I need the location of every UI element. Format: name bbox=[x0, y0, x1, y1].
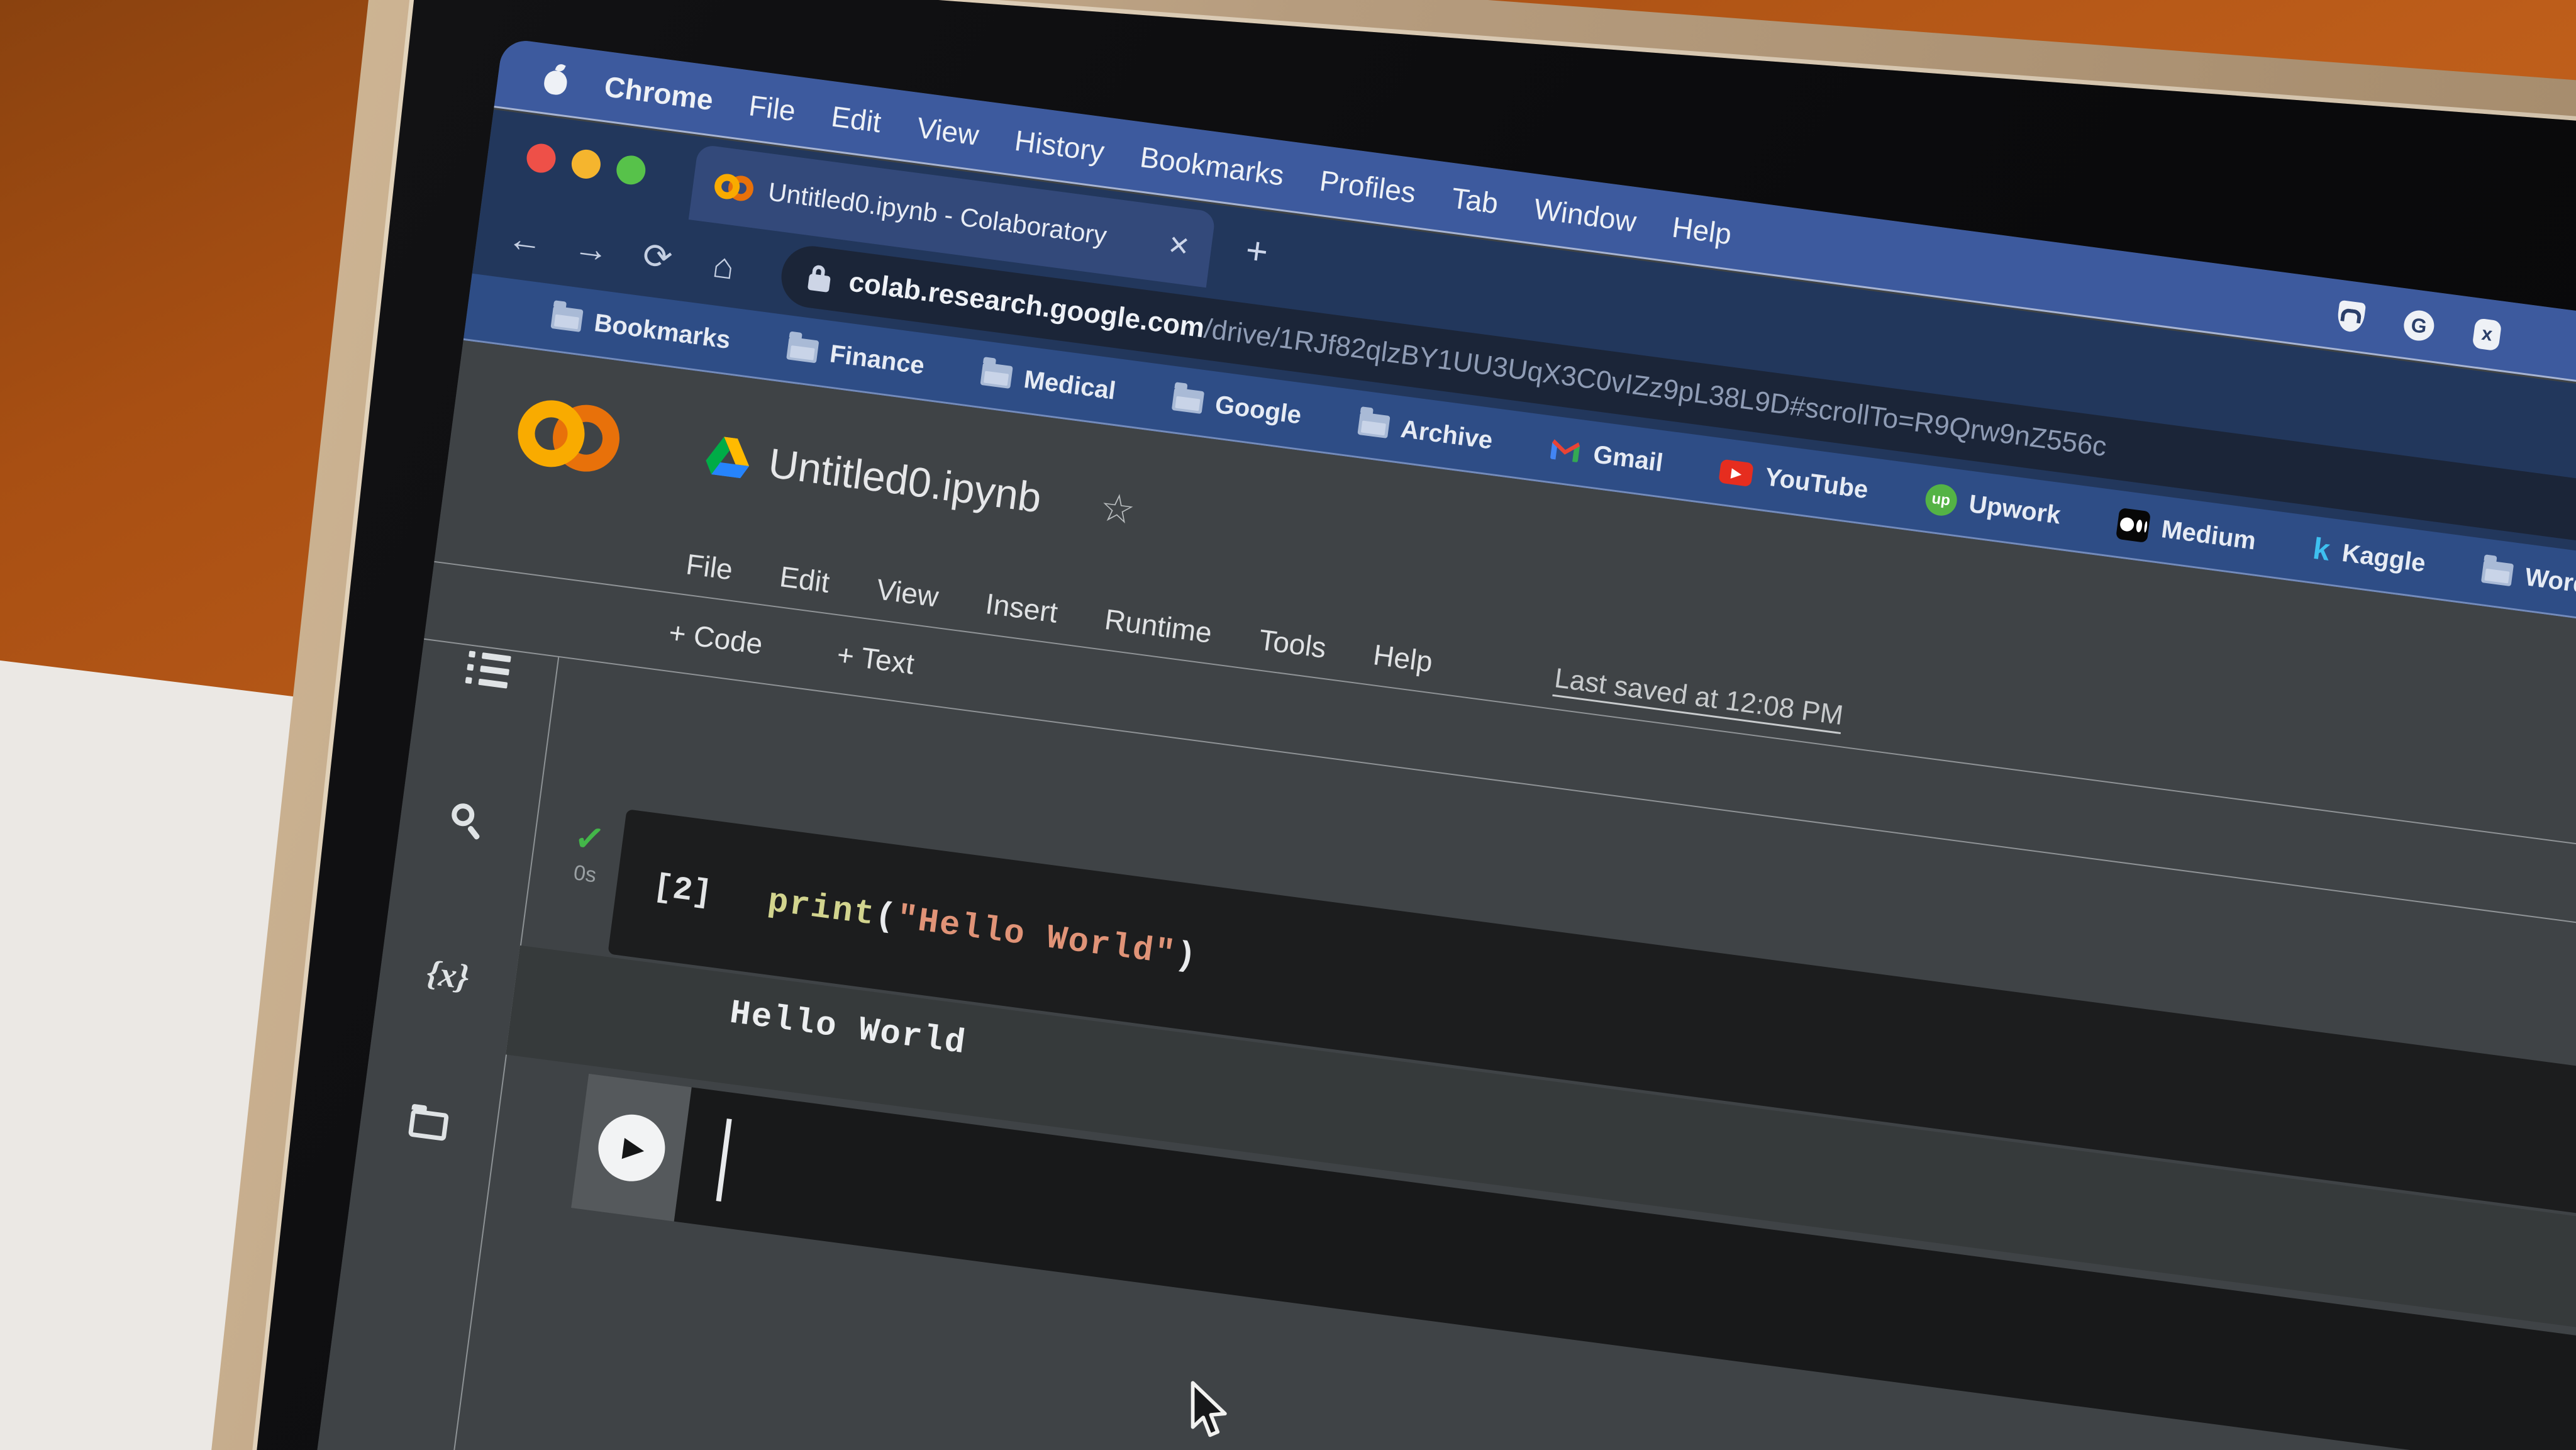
menu-item-view[interactable]: View bbox=[915, 110, 981, 152]
bookmark-folder-bookmarks[interactable]: Bookmarks bbox=[550, 303, 732, 355]
youtube-icon: ▶ bbox=[1718, 459, 1755, 488]
drive-icon bbox=[706, 437, 750, 479]
bookmark-folder-finance[interactable]: Finance bbox=[786, 334, 926, 380]
vpn-shield-icon[interactable] bbox=[2336, 299, 2367, 333]
home-icon[interactable]: ⌂ bbox=[688, 241, 760, 290]
photo-scene: Chrome File Edit View History Bookmarks … bbox=[0, 0, 2576, 1450]
bookmark-label: Bookmarks bbox=[592, 308, 733, 354]
new-tab-button[interactable]: + bbox=[1243, 228, 1271, 274]
bookmark-folder-google[interactable]: Google bbox=[1171, 385, 1303, 430]
colab-menu-file[interactable]: File bbox=[684, 547, 735, 586]
apple-menu-icon[interactable] bbox=[541, 63, 570, 96]
colab-logo bbox=[514, 396, 624, 476]
bookmark-label: Wordpress bbox=[2523, 562, 2576, 608]
bookmark-label: Finance bbox=[828, 339, 926, 380]
bookmark-medium[interactable]: Medium bbox=[2116, 507, 2258, 557]
bookmark-folder-wordpress[interactable]: Wordpress bbox=[2481, 557, 2576, 608]
bookmark-label: Upwork bbox=[1967, 489, 2063, 530]
variables-icon: {x} bbox=[424, 953, 472, 998]
forward-icon[interactable]: → bbox=[556, 223, 628, 272]
x-status-icon[interactable]: x bbox=[2472, 318, 2502, 352]
colab-menu-edit[interactable]: Edit bbox=[778, 559, 832, 600]
bookmark-youtube[interactable]: ▶ YouTube bbox=[1718, 457, 1870, 505]
bookmark-label: Kaggle bbox=[2340, 538, 2428, 577]
reload-icon[interactable]: ⟳ bbox=[622, 231, 694, 281]
run-cell-button[interactable]: ▶ bbox=[571, 1073, 692, 1222]
folder-icon bbox=[550, 306, 584, 333]
gmail-icon bbox=[1550, 439, 1580, 462]
menu-item-edit[interactable]: Edit bbox=[830, 99, 884, 139]
menu-item-profiles[interactable]: Profiles bbox=[1318, 163, 1418, 209]
zoom-window-button[interactable] bbox=[614, 153, 648, 187]
menu-item-tab[interactable]: Tab bbox=[1450, 181, 1501, 220]
execution-time: 0s bbox=[572, 861, 598, 888]
colab-menu-runtime[interactable]: Runtime bbox=[1102, 602, 1214, 650]
bookmark-kaggle[interactable]: k Kaggle bbox=[2311, 532, 2428, 579]
menu-item-bookmarks[interactable]: Bookmarks bbox=[1138, 140, 1286, 192]
bookmark-gmail[interactable]: Gmail bbox=[1548, 435, 1665, 477]
bookmark-label: Medium bbox=[2160, 515, 2258, 555]
window-controls bbox=[525, 142, 648, 187]
colab-favicon bbox=[713, 172, 755, 203]
code-paren-close: ) bbox=[1173, 935, 1200, 977]
sidebar-item-search[interactable] bbox=[399, 795, 538, 850]
grammarly-status-icon[interactable]: G bbox=[2402, 308, 2436, 343]
bookmark-label: Gmail bbox=[1591, 440, 1665, 477]
menu-item-history[interactable]: History bbox=[1013, 123, 1106, 168]
folder-icon bbox=[1357, 411, 1391, 438]
colab-menu-insert[interactable]: Insert bbox=[984, 586, 1060, 630]
back-icon[interactable]: ← bbox=[490, 215, 562, 264]
bookmark-label: Archive bbox=[1399, 415, 1495, 455]
add-text-button[interactable]: + Text bbox=[835, 637, 916, 681]
bookmark-label: YouTube bbox=[1763, 462, 1870, 504]
bookmark-upwork[interactable]: up Upwork bbox=[1923, 482, 2062, 532]
folder-icon bbox=[786, 337, 819, 364]
notebook-title[interactable]: Untitled0.ipynb bbox=[766, 438, 1045, 521]
add-code-button[interactable]: + Code bbox=[667, 615, 765, 661]
files-folder-icon bbox=[408, 1108, 449, 1141]
code-line[interactable]: print("Hello World") bbox=[765, 882, 1199, 976]
folder-icon bbox=[2481, 560, 2514, 587]
play-icon: ▶ bbox=[594, 1110, 669, 1185]
menu-app-name[interactable]: Chrome bbox=[602, 69, 715, 116]
execution-count: [2] bbox=[651, 867, 714, 913]
menu-item-help[interactable]: Help bbox=[1670, 209, 1734, 251]
mouse-cursor bbox=[1191, 1381, 1227, 1437]
colab-menu-tools[interactable]: Tools bbox=[1257, 622, 1329, 665]
minimize-window-button[interactable] bbox=[570, 148, 602, 181]
code-string: "Hello World" bbox=[894, 899, 1179, 974]
star-icon[interactable]: ☆ bbox=[1097, 483, 1138, 533]
colab-menu-view[interactable]: View bbox=[875, 572, 941, 613]
folder-icon bbox=[980, 362, 1013, 389]
upwork-icon: up bbox=[1923, 482, 1959, 518]
medium-icon bbox=[2116, 507, 2151, 544]
colab-menu-help[interactable]: Help bbox=[1371, 637, 1435, 679]
search-icon bbox=[447, 801, 489, 843]
execution-success-icon: ✓ bbox=[572, 816, 608, 861]
bookmark-folder-archive[interactable]: Archive bbox=[1357, 409, 1494, 455]
bookmark-label: Medical bbox=[1022, 365, 1118, 405]
code-function: print bbox=[765, 882, 878, 935]
close-window-button[interactable] bbox=[525, 142, 558, 175]
bookmark-folder-medical[interactable]: Medical bbox=[980, 360, 1118, 406]
lock-icon[interactable] bbox=[807, 273, 831, 293]
text-cursor bbox=[716, 1118, 732, 1202]
menu-item-window[interactable]: Window bbox=[1532, 191, 1638, 238]
sidebar-item-variables[interactable]: {x} bbox=[378, 947, 518, 1005]
bookmark-label: Google bbox=[1213, 390, 1303, 430]
kaggle-icon: k bbox=[2311, 532, 2332, 567]
table-of-contents-icon bbox=[465, 650, 511, 689]
menu-item-file[interactable]: File bbox=[747, 88, 798, 128]
sidebar-item-files[interactable] bbox=[359, 1102, 497, 1147]
close-tab-icon[interactable]: ✕ bbox=[1166, 229, 1192, 262]
folder-icon bbox=[1171, 388, 1204, 415]
